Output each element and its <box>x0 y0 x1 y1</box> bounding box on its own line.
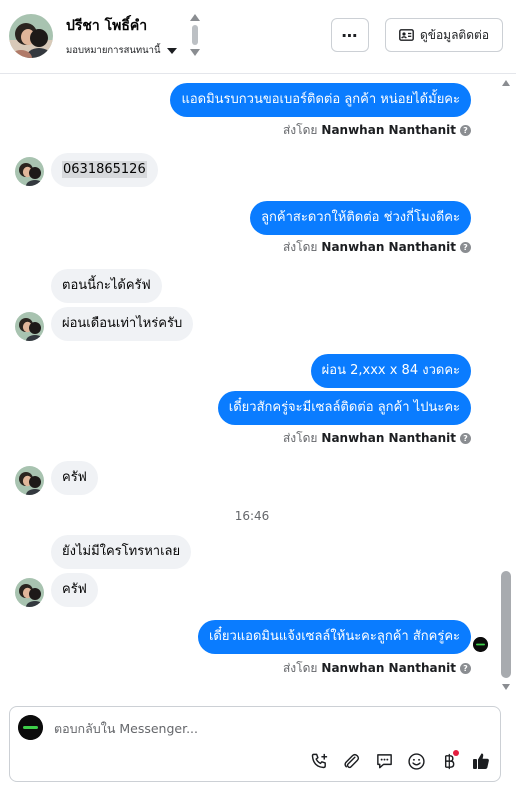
sent-by-prefix: ส่งโดย <box>282 239 318 254</box>
incoming-message[interactable]: ครัฟ <box>51 461 98 495</box>
sent-by-label: ส่งโดย Nanwhan Nanthanit ? <box>283 239 471 255</box>
contact-name[interactable]: ปรีชา โพธิ์คำ <box>66 15 147 37</box>
sent-by-label: ส่งโดย Nanwhan Nanthanit ? <box>283 660 471 676</box>
paperclip-icon <box>343 753 359 768</box>
saved-replies-button[interactable] <box>373 750 395 772</box>
conversation-navigator[interactable] <box>188 12 202 60</box>
info-icon[interactable]: ? <box>460 662 471 674</box>
outgoing-message[interactable]: ลูกค้าสะดวกให้ติดต่อ ช่วงกี่โมงดีคะ <box>250 201 471 235</box>
page-avatar <box>18 715 43 740</box>
phone-add-icon <box>311 753 327 768</box>
scroll-up-arrow-icon[interactable] <box>502 80 510 86</box>
view-contact-info-label: ดูข้อมูลติดต่อ <box>419 27 490 42</box>
incoming-message[interactable]: ยังไม่มีใครโทรหาเลย <box>51 535 192 569</box>
thumbs-up-icon <box>473 753 489 769</box>
sent-by-prefix: ส่งโดย <box>282 122 318 137</box>
navigator-handle <box>192 25 198 45</box>
message-icon <box>376 753 392 768</box>
contact-avatar-small[interactable] <box>15 466 44 495</box>
sent-by-name[interactable]: Nanwhan Nanthanit <box>321 123 456 137</box>
like-button[interactable] <box>470 750 492 772</box>
incoming-message[interactable]: ตอนนี้กะได้ครัฟ <box>51 269 162 303</box>
outgoing-message[interactable]: ผ่อน 2,xxx x 84 งวดคะ <box>310 354 471 388</box>
payment-button[interactable] <box>438 750 460 772</box>
read-receipt-avatar <box>473 637 488 652</box>
message-timestamp: 16:46 <box>234 509 270 523</box>
emoji-icon <box>407 752 425 770</box>
more-options-icon: ⋯ <box>341 25 359 45</box>
emoji-button[interactable] <box>405 750 427 772</box>
call-button[interactable] <box>308 750 330 772</box>
outgoing-message[interactable]: เดี๋ยวแอดมินแจ้งเซลล์ให้นะคะลูกค้า สักคร… <box>197 620 471 654</box>
scrollbar-thumb[interactable] <box>501 571 511 678</box>
sent-by-prefix: ส่งโดย <box>282 430 318 445</box>
incoming-message[interactable]: 0631865126 <box>51 153 158 187</box>
reply-input[interactable] <box>54 718 484 738</box>
info-icon[interactable]: ? <box>460 432 471 444</box>
contact-avatar-small[interactable] <box>15 578 44 607</box>
more-options-button[interactable]: ⋯ <box>331 18 369 52</box>
attach-button[interactable] <box>340 750 362 772</box>
phone-number-text[interactable]: 0631865126 <box>62 161 147 178</box>
caret-down-icon <box>166 47 177 54</box>
assign-label: มอบหมายการสนทนานี้ <box>66 45 161 56</box>
info-icon[interactable]: ? <box>460 124 471 136</box>
incoming-message[interactable]: ครัฟ <box>51 573 98 607</box>
contact-avatar-small[interactable] <box>15 312 44 341</box>
conversation-header: ปรีชา โพธิ์คำ มอบหมายการสนทนานี้ ⋯ ดูข้อ… <box>0 0 516 74</box>
scroll-down-arrow-icon[interactable] <box>502 684 510 690</box>
incoming-message[interactable]: ผ่อนเดือนเท่าไหร่ครับ <box>51 307 194 341</box>
contact-card-icon <box>399 29 414 41</box>
contact-avatar[interactable] <box>9 14 53 58</box>
sent-by-name[interactable]: Nanwhan Nanthanit <box>321 431 456 445</box>
message-composer <box>9 706 501 782</box>
sent-by-name[interactable]: Nanwhan Nanthanit <box>321 661 456 675</box>
assign-conversation-dropdown[interactable]: มอบหมายการสนทนานี้ <box>66 43 177 58</box>
notification-dot <box>453 750 459 756</box>
outgoing-message[interactable]: เดี๋ยวสักครู่จะมีเซลล์ติดต่อ ลูกค้า ไปนะ… <box>217 391 471 425</box>
view-contact-info-button[interactable]: ดูข้อมูลติดต่อ <box>385 18 503 52</box>
sent-by-name[interactable]: Nanwhan Nanthanit <box>321 240 456 254</box>
contact-avatar-small[interactable] <box>15 157 44 186</box>
outgoing-message[interactable]: แอดมินรบกวนขอเบอร์ติดต่อ ลูกค้า หน่อยได้… <box>170 83 471 117</box>
next-arrow-icon[interactable] <box>190 49 200 56</box>
sent-by-prefix: ส่งโดย <box>282 660 318 675</box>
info-icon[interactable]: ? <box>460 241 471 253</box>
sent-by-label: ส่งโดย Nanwhan Nanthanit ? <box>283 430 471 446</box>
sent-by-label: ส่งโดย Nanwhan Nanthanit ? <box>283 122 471 138</box>
previous-arrow-icon[interactable] <box>190 14 200 21</box>
